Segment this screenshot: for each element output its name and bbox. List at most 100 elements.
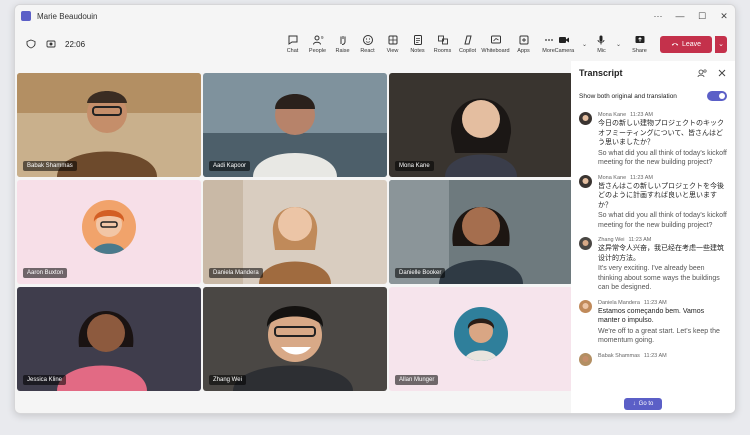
people-button[interactable]: 9 People: [305, 27, 330, 61]
participant-name: Mona Kane: [395, 161, 434, 171]
participant-tile[interactable]: Allan Munger: [389, 287, 573, 391]
teams-logo-icon: [21, 11, 31, 21]
language-settings-icon[interactable]: [697, 68, 707, 78]
entry-time: 11:23 AM: [630, 112, 653, 118]
speaker-name: Daniela Mandera: [598, 299, 640, 306]
speaker-avatar: [579, 174, 592, 188]
transcript-entry: Mona Kane 11:23 AM 皆さんはこの新しいプロジェクトを今後どのよう…: [571, 174, 735, 231]
participant-tile[interactable]: Aaron Buxton: [17, 180, 201, 284]
react-button[interactable]: React: [355, 27, 380, 61]
speaker-avatar: [579, 299, 592, 313]
participant-name: Zhang Wei: [209, 375, 246, 385]
whiteboard-button[interactable]: Whiteboard: [480, 27, 511, 61]
copilot-button[interactable]: Copilot: [455, 27, 480, 61]
original-text: 今日の新しい建物プロジェクトのキックオフミーティングについて、皆さんはどう思いま…: [598, 120, 724, 146]
translated-text: So what did you all think of today's kic…: [598, 149, 727, 167]
participant-avatar: [82, 199, 136, 254]
maximize-icon[interactable]: ☐: [691, 5, 713, 27]
title-bar: Marie Beaudouin ··· — ☐ ✕: [15, 5, 735, 27]
speaker-avatar: [579, 352, 592, 366]
mic-button[interactable]: Mic: [589, 27, 614, 61]
meeting-timer: 22:06: [65, 39, 86, 49]
chat-button[interactable]: Chat: [280, 27, 305, 61]
speaker-avatar: [579, 237, 592, 250]
apps-button[interactable]: Apps: [511, 27, 536, 61]
participant-tile[interactable]: Danielle Booker: [389, 180, 573, 284]
translated-text: So what did you all think of today's kic…: [598, 212, 727, 229]
entry-time: 11:23 AM: [630, 174, 653, 181]
go-to-latest-button[interactable]: ↓ Go to: [624, 398, 662, 410]
participant-tile[interactable]: Jessica Kline: [17, 287, 201, 391]
notes-icon: [413, 35, 422, 45]
transcript-entry: Daniela Mandera 11:23 AM Estamos começand…: [571, 299, 735, 346]
rooms-button[interactable]: Rooms: [430, 27, 455, 61]
transcript-entry: Zhang Wei 11:23 AM 这异常令人兴奋，我已经在考虑一些建筑设计的方…: [571, 237, 735, 293]
participant-name: Daniela Mandera: [209, 268, 263, 278]
share-button[interactable]: Share: [627, 27, 652, 61]
rooms-icon: [437, 35, 448, 45]
speaker-name: Babak Shammas: [598, 352, 640, 359]
speaker-name: Mona Kane: [598, 112, 627, 118]
people-icon: 9: [312, 35, 324, 45]
entry-time: 11:23 AM: [643, 299, 667, 306]
share-icon: [635, 36, 644, 43]
participant-tile[interactable]: Daniela Mandera: [203, 180, 387, 284]
apps-icon: [519, 35, 528, 45]
translated-text: We're off to a great start. Let's keep t…: [598, 327, 720, 345]
meeting-toolbar: 22:06 Chat 9 People Raise React View Not…: [15, 27, 735, 61]
leave-options-chevron-icon[interactable]: ⌄: [715, 35, 727, 53]
whiteboard-icon: [490, 35, 501, 44]
shield-icon[interactable]: [25, 38, 37, 50]
speaker-name: Mona Kane: [598, 174, 627, 181]
recording-icon: [45, 38, 57, 50]
view-icon: [388, 35, 397, 45]
transcript-entry: Babak Shammas 11:23 AM: [571, 352, 735, 366]
participant-name: Danielle Booker: [395, 268, 446, 278]
translated-text: It's very exciting. I've already been th…: [598, 265, 720, 291]
participant-tile[interactable]: Babak Shammas: [17, 73, 201, 177]
speaker-avatar: [579, 112, 592, 125]
participant-name: Jessica Kline: [23, 375, 67, 385]
original-text: 皆さんはこの新しいプロジェクトを今後どのように計画すれば良いと思いますか？: [598, 182, 724, 209]
camera-button[interactable]: Camera: [549, 27, 580, 61]
transcript-panel: Transcript Show both original and transl…: [571, 61, 735, 413]
participant-name: Aadi Kapoor: [209, 161, 251, 171]
raise-hand-button[interactable]: Raise: [330, 27, 355, 61]
speaker-name: Zhang Wei: [598, 237, 625, 243]
transcript-title: Transcript: [579, 68, 623, 78]
view-button[interactable]: View: [380, 27, 405, 61]
participant-tile[interactable]: Aadi Kapoor: [203, 73, 387, 177]
arrow-down-icon: ↓: [632, 401, 636, 407]
close-window-icon[interactable]: ✕: [713, 5, 735, 27]
chat-icon: [288, 35, 297, 45]
minimize-icon[interactable]: —: [669, 5, 691, 27]
original-text: 这异常令人兴奋，我已经在考虑一些建筑设计的方法。: [598, 245, 724, 262]
more-options-icon[interactable]: ···: [647, 5, 669, 27]
raise-hand-icon: [340, 36, 345, 45]
show-translation-label: Show both original and translation: [579, 92, 677, 100]
notes-button[interactable]: Notes: [405, 27, 430, 61]
transcript-entry: Mona Kane 11:23 AM 今日の新しい建物プロジェクトのキックオフミー…: [571, 112, 735, 168]
react-icon: [362, 35, 373, 45]
participant-name: Allan Munger: [395, 375, 439, 385]
entry-time: 11:23 AM: [643, 352, 667, 359]
phone-hangup-icon: [671, 43, 679, 46]
mic-options-chevron-icon[interactable]: ⌄: [616, 41, 621, 48]
window-title: Marie Beaudouin: [37, 11, 98, 21]
participant-name: Aaron Buxton: [23, 268, 68, 278]
original-text: Estamos começando bem. Vamos manter o im…: [598, 307, 705, 325]
mic-icon: [598, 35, 605, 45]
participant-name: Babak Shammas: [23, 161, 77, 171]
close-panel-icon[interactable]: [717, 68, 727, 78]
leave-button[interactable]: Leave: [660, 35, 712, 53]
show-translation-toggle[interactable]: [707, 91, 727, 101]
participant-tile[interactable]: Zhang Wei: [203, 287, 387, 391]
entry-time: 11:23 AM: [628, 237, 652, 243]
participant-tile[interactable]: Mona Kane: [389, 73, 573, 177]
video-gallery: Babak Shammas Aadi Kapoor Mona Kane Aaro…: [15, 73, 575, 393]
camera-options-chevron-icon[interactable]: ⌄: [582, 41, 587, 48]
copilot-icon: [463, 35, 472, 45]
teams-window: Marie Beaudouin ··· — ☐ ✕ 22:06 Chat 9 P…: [14, 4, 736, 414]
camera-icon: [559, 37, 570, 43]
people-count: 9: [321, 35, 324, 40]
